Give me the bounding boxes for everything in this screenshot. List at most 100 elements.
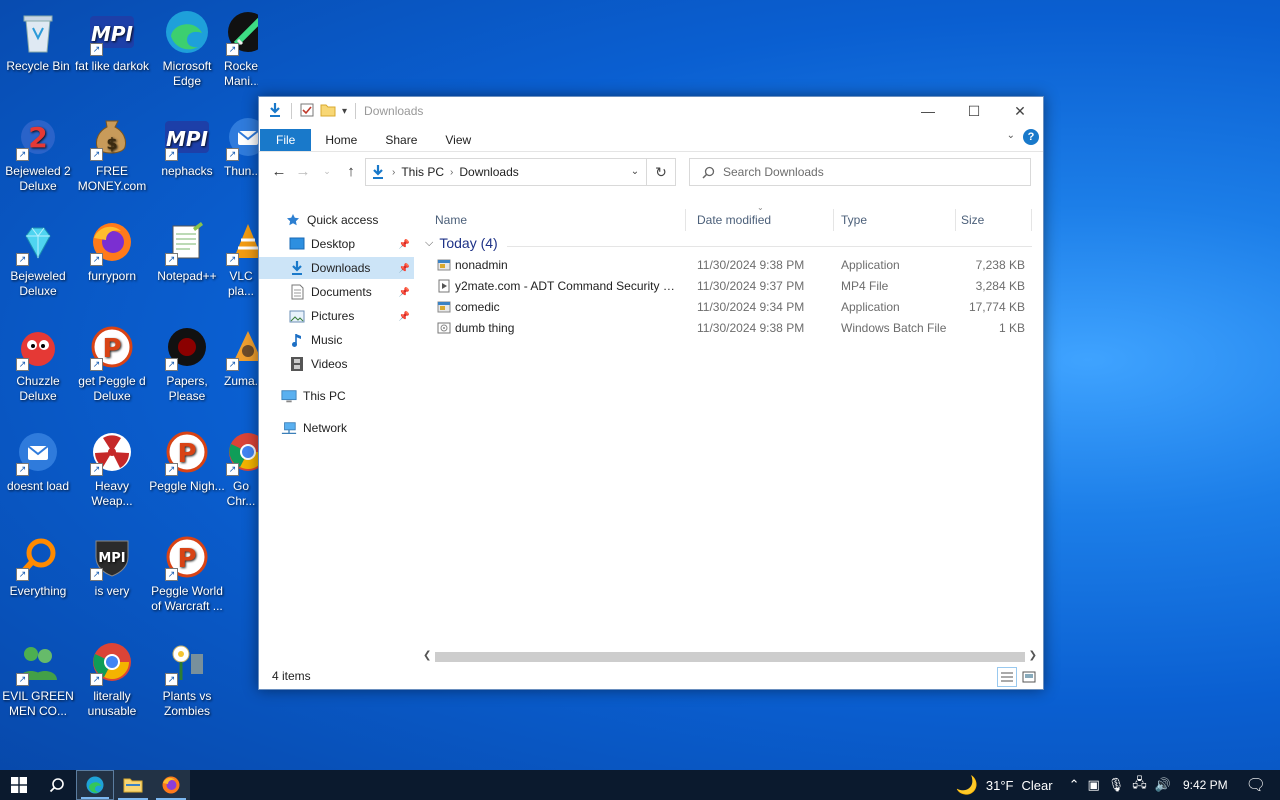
desktop-icon[interactable]: ↗ Everything — [0, 533, 76, 599]
scroll-left-icon[interactable]: ❮ — [423, 648, 431, 664]
window-controls: — ☐ ✕ — [905, 97, 1043, 125]
nav-music[interactable]: Music — [289, 329, 342, 351]
minimize-button[interactable]: — — [905, 97, 951, 125]
notifications-icon[interactable]: 🗨 — [1246, 775, 1266, 795]
nav-downloads[interactable]: Downloads 📌 — [259, 257, 414, 279]
weather-condition[interactable]: Clear — [1022, 778, 1053, 793]
desktop-icon[interactable]: P ↗ get Peggle d Deluxe — [74, 323, 150, 404]
volume-icon[interactable]: 🔊 — [1155, 777, 1171, 793]
breadcrumb-downloads[interactable]: Downloads — [459, 165, 518, 179]
scroll-thumb[interactable] — [435, 652, 1025, 662]
recent-locations-button[interactable]: ⌄ — [315, 166, 339, 177]
search-input[interactable] — [721, 164, 1025, 180]
desktop-icon[interactable]: Microsoft Edge — [149, 8, 225, 89]
desktop-icon[interactable]: P ↗ Peggle World of Warcraft ... — [149, 533, 225, 614]
chrome-icon: ↗ — [88, 638, 136, 686]
search-box[interactable] — [689, 158, 1031, 186]
forward-button[interactable]: → — [291, 163, 315, 180]
file-row[interactable]: dumb thing 11/30/2024 9:38 PM Windows Batc… — [419, 317, 1039, 338]
customize-toolbar-icon[interactable]: ▾ — [342, 106, 347, 117]
nav-pictures[interactable]: Pictures 📌 — [289, 305, 414, 327]
refresh-button[interactable]: ↻ — [646, 158, 676, 186]
up-button[interactable]: ↑ — [339, 163, 363, 180]
nav-this-pc[interactable]: This PC — [281, 385, 346, 407]
large-icons-view-button[interactable] — [1019, 667, 1039, 687]
desktop-icon[interactable]: ↗ VLC pla... — [224, 218, 258, 299]
file-type: Application — [841, 299, 900, 314]
desktop-icon[interactable]: ↗ doesnt load — [0, 428, 76, 494]
taskbar-firefox[interactable] — [152, 770, 190, 800]
desktop-icon[interactable]: Recycle Bin — [0, 8, 76, 74]
tab-share[interactable]: Share — [371, 129, 431, 151]
desktop-icon[interactable]: MPI ↗ fat like darkok — [74, 8, 150, 74]
new-folder-icon[interactable] — [320, 103, 336, 120]
tab-home[interactable]: Home — [311, 129, 371, 151]
desktop-icon[interactable]: ↗ Plants vs Zombies — [149, 638, 225, 719]
pin-icon[interactable]: 📌 — [399, 311, 410, 322]
desktop-icon[interactable]: MPI ↗ nephacks — [149, 113, 225, 179]
moon-icon[interactable]: 🌙 — [955, 775, 977, 796]
network-icon[interactable]: 🖧 — [1132, 774, 1147, 796]
desktop-icon[interactable]: ↗ Chuzzle Deluxe — [0, 323, 76, 404]
properties-icon[interactable] — [300, 103, 314, 120]
desktop-icon[interactable]: 2 ↗ Bejeweled 2 Deluxe — [0, 113, 76, 194]
desktop-icon[interactable]: ↗ furryporn — [74, 218, 150, 284]
desktop-icon-label: Thun... — [224, 164, 258, 178]
scroll-right-icon[interactable]: ❯ — [1029, 648, 1037, 664]
desktop-icon-label: Notepad++ — [157, 269, 217, 283]
hidden-icons-chevron-icon[interactable]: ⌃ — [1069, 777, 1080, 793]
zuma-icon: ↗ — [224, 323, 258, 371]
tab-file[interactable]: File — [260, 129, 312, 151]
taskbar-file-explorer[interactable] — [114, 770, 152, 800]
details-view-button[interactable] — [997, 667, 1017, 687]
file-row[interactable]: comedic 11/30/2024 9:34 PM Application 17,7… — [419, 296, 1039, 317]
nav-videos[interactable]: Videos — [289, 353, 347, 375]
gem-icon: ↗ — [14, 218, 62, 266]
close-button[interactable]: ✕ — [997, 97, 1043, 125]
pin-icon[interactable]: 📌 — [399, 239, 410, 250]
column-header-name[interactable]: Name — [429, 209, 686, 231]
desktop-icon[interactable]: ↗ Papers, Please — [149, 323, 225, 404]
expand-ribbon-icon[interactable]: ⌄ — [1007, 130, 1015, 141]
download-arrow-icon[interactable] — [267, 102, 283, 121]
desktop-icon[interactable]: MPI ↗ is very — [74, 533, 150, 599]
help-icon[interactable]: ? — [1023, 129, 1039, 145]
file-row[interactable]: y2mate.com - ADT Command Security S... 11… — [419, 275, 1039, 296]
breadcrumb-this-pc[interactable]: This PC — [401, 165, 444, 179]
group-header-today[interactable]: ⌵ Today (4) — [425, 235, 1032, 251]
clock[interactable]: 9:42 PM — [1183, 778, 1228, 792]
desktop-icon[interactable]: ↗ Zuma... — [224, 323, 258, 389]
horizontal-scrollbar[interactable]: ❮ ❯ — [419, 648, 1039, 664]
desktop-icon[interactable]: P ↗ Peggle Nigh... — [149, 428, 225, 494]
desktop-icon[interactable]: ↗ Notepad++ — [149, 218, 225, 284]
file-row[interactable]: nonadmin 11/30/2024 9:38 PM Application 7,2… — [419, 254, 1039, 275]
nav-network[interactable]: Network — [281, 417, 347, 439]
taskbar-search-button[interactable] — [38, 770, 76, 800]
desktop-icon[interactable]: ↗ EVIL GREEN MEN CO... — [0, 638, 76, 719]
nav-quick-access[interactable]: Quick access — [285, 209, 378, 231]
nav-desktop[interactable]: Desktop 📌 — [289, 233, 414, 255]
column-header-type[interactable]: Type — [835, 209, 956, 231]
desktop-icon[interactable]: ↗ Thun... — [224, 113, 258, 179]
tab-view[interactable]: View — [431, 129, 485, 151]
column-header-size[interactable]: Size — [955, 209, 1032, 231]
desktop-icon[interactable]: ↗ literally unusable — [74, 638, 150, 719]
pin-icon[interactable]: 📌 — [399, 287, 410, 298]
desktop-icon[interactable]: ↗ Heavy Weap... — [74, 428, 150, 509]
desktop-icon[interactable]: ↗ Bejeweled Deluxe — [0, 218, 76, 299]
weather-temp[interactable]: 31°F — [986, 778, 1014, 793]
microphone-icon[interactable]: 🎙 — [1108, 777, 1125, 793]
taskbar-edge[interactable] — [76, 770, 114, 800]
desktop-icon[interactable]: $ ↗ FREE MONEY.com — [74, 113, 150, 194]
start-button[interactable] — [0, 770, 38, 800]
column-header-date[interactable]: Date modified — [691, 209, 834, 231]
maximize-button[interactable]: ☐ — [951, 97, 997, 125]
desktop-icon[interactable]: ↗ Rocket Mani... — [224, 8, 258, 89]
desktop-icon[interactable]: ↗ Go Chr... — [224, 428, 258, 509]
back-button[interactable]: ← — [267, 163, 291, 180]
address-dropdown-icon[interactable]: ⌄ — [624, 159, 646, 185]
meet-now-icon[interactable]: ▣ — [1087, 777, 1099, 793]
pin-icon[interactable]: 📌 — [399, 263, 410, 274]
address-bar[interactable]: › This PC › Downloads ⌄ — [365, 158, 647, 186]
nav-documents[interactable]: Documents 📌 — [289, 281, 414, 303]
